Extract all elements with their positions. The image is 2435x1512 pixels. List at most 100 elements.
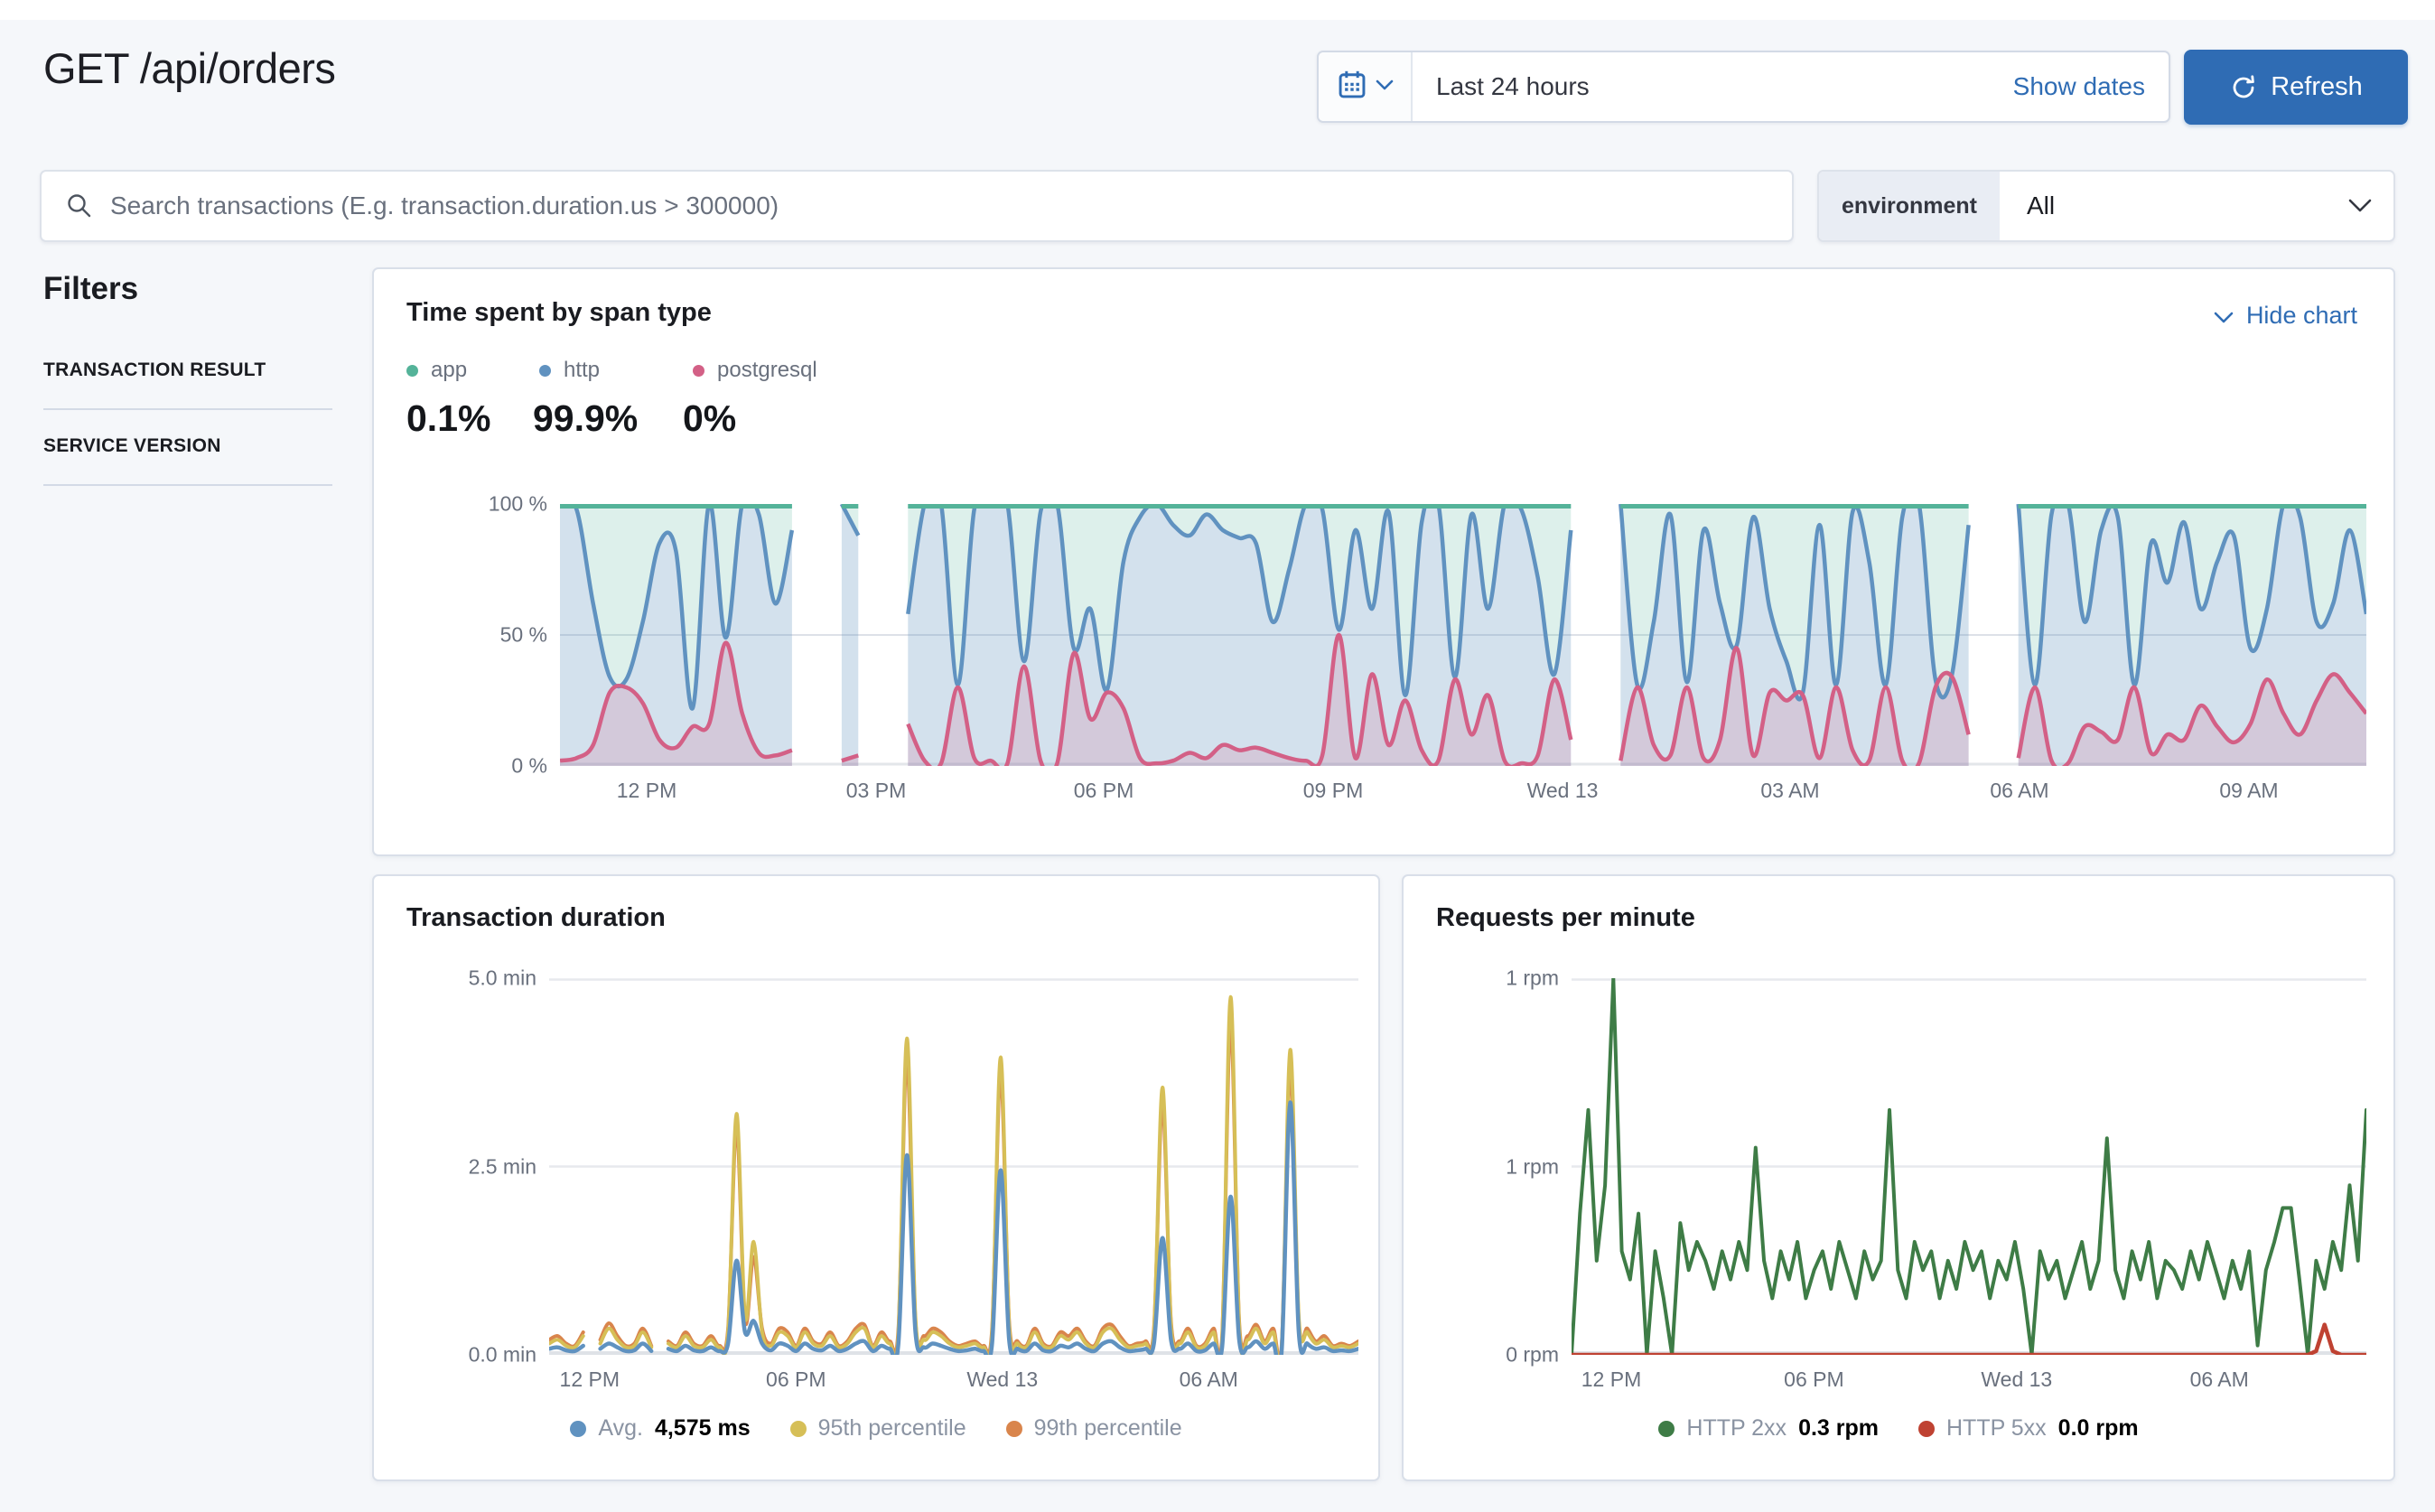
- chevron-down-icon: [2348, 172, 2393, 240]
- requests-per-minute-chart: 1 rpm 1 rpm 0 rpm 12 PM 06 PM Wed 13 06 AM: [1434, 966, 2366, 1403]
- x-axis-label: 06 AM: [1179, 1367, 1238, 1391]
- apm-transaction-page: GET /api/orders Last 24 hours Show dates…: [0, 0, 2435, 1512]
- search-bar: [40, 170, 1794, 242]
- divider: [43, 484, 332, 486]
- y-axis-label: 0 %: [511, 753, 547, 778]
- date-picker-menu-button[interactable]: [1319, 52, 1413, 121]
- legend-label: HTTP 2xx: [1686, 1415, 1787, 1441]
- x-axis-label: 09 AM: [2219, 779, 2279, 802]
- legend-value: 4,575 ms: [654, 1415, 751, 1441]
- x-axis-label: Wed 13: [1981, 1367, 2053, 1391]
- y-axis-label: 5.0 min: [468, 966, 536, 990]
- x-axis-label: 12 PM: [559, 1367, 620, 1391]
- environment-select-value[interactable]: All: [2000, 172, 2348, 240]
- y-axis-label: 100 %: [488, 491, 547, 516]
- legend-label: postgresql: [717, 358, 817, 382]
- x-axis: 12 PM 06 PM Wed 13 06 AM: [549, 1367, 1358, 1396]
- refresh-label: Refresh: [2271, 72, 2363, 101]
- legend-dot-icon: [1658, 1420, 1675, 1437]
- legend-item[interactable]: HTTP 2xx 0.3 rpm: [1658, 1415, 1879, 1442]
- legend-label: Avg.: [598, 1415, 643, 1441]
- x-axis-label: Wed 13: [1526, 779, 1599, 802]
- span-percentages: 0.1% 99.9% 0%: [406, 397, 736, 440]
- x-axis: 12 PM 06 PM Wed 13 06 AM: [1572, 1367, 2366, 1396]
- chevron-down-icon: [2214, 302, 2234, 330]
- rpm-chart-legend: HTTP 2xx 0.3 rpm HTTP 5xx 0.0 rpm: [1404, 1415, 2393, 1442]
- top-strip: [0, 0, 2435, 20]
- transaction-duration-chart: 5.0 min 2.5 min 0.0 min 12 PM 06 PM Wed 13 06…: [405, 966, 1358, 1403]
- environment-select[interactable]: environment All: [1817, 170, 2395, 242]
- x-axis: 12 PM 03 PM 06 PM 09 PM Wed 13 03 AM 06 AM 09 A…: [560, 779, 2366, 807]
- legend-dot-icon: [570, 1420, 587, 1437]
- y-axis-label: 50 %: [499, 622, 547, 647]
- filter-section-transaction-result: TRANSACTION RESULT: [43, 359, 266, 380]
- x-axis-label: 09 PM: [1302, 779, 1364, 802]
- x-axis-label: 12 PM: [616, 779, 677, 802]
- calendar-icon: [1336, 69, 1368, 106]
- x-axis-label: 06 PM: [766, 1367, 826, 1391]
- legend-item[interactable]: 99th percentile: [1005, 1415, 1182, 1442]
- hide-chart-link[interactable]: Hide chart: [2214, 302, 2357, 330]
- legend-item[interactable]: HTTP 5xx 0.0 rpm: [1918, 1415, 2139, 1442]
- filters-heading: Filters: [43, 271, 139, 306]
- y-axis-label: 1 rpm: [1506, 966, 1559, 990]
- x-axis-label: 06 AM: [1990, 779, 2049, 802]
- span-type-chart: 100 % 50 % 0 % 12 PM 03 PM 06 PM 09 PM Wed 13 0…: [405, 492, 2366, 816]
- x-axis-label: 12 PM: [1581, 1367, 1642, 1391]
- span-chart-legend: app http postgresql: [406, 358, 817, 383]
- y-axis-label: 0 rpm: [1506, 1342, 1559, 1367]
- chevron-down-icon: [1376, 79, 1394, 95]
- y-axis: 1 rpm 1 rpm 0 rpm: [1434, 966, 1572, 1367]
- y-axis: 100 % 50 % 0 %: [405, 492, 560, 778]
- x-axis-label: 06 PM: [1073, 779, 1134, 802]
- span-legend-item[interactable]: postgresql: [693, 358, 817, 383]
- filters-panel: Filters TRANSACTION RESULT SERVICE VERSI…: [43, 271, 332, 486]
- legend-label: http: [564, 358, 601, 382]
- search-icon: [65, 191, 94, 220]
- show-dates-link[interactable]: Show dates: [2013, 52, 2169, 121]
- y-axis-label: 0.0 min: [468, 1342, 536, 1367]
- divider: [43, 408, 332, 410]
- x-axis-label: 06 PM: [1784, 1367, 1844, 1391]
- legend-label: 99th percentile: [1033, 1415, 1182, 1441]
- duration-chart-plot[interactable]: [549, 978, 1358, 1355]
- x-axis-label: 06 AM: [2189, 1367, 2249, 1391]
- legend-label: 95th percentile: [817, 1415, 966, 1441]
- x-axis-label: 03 PM: [845, 779, 907, 802]
- filter-section-service-version: SERVICE VERSION: [43, 435, 221, 456]
- legend-dot-icon: [693, 364, 704, 377]
- date-range-value[interactable]: Last 24 hours: [1413, 52, 2013, 121]
- y-axis-label: 1 rpm: [1506, 1154, 1559, 1178]
- legend-dot-icon: [539, 364, 551, 377]
- span-legend-item[interactable]: http: [539, 358, 693, 383]
- environment-select-label: environment: [1819, 172, 2000, 240]
- duration-chart-legend: Avg. 4,575 ms 95th percentile 99th percenti…: [374, 1415, 1378, 1442]
- rpm-chart-title: Requests per minute: [1436, 903, 1695, 932]
- rpm-chart-plot[interactable]: [1572, 978, 2366, 1355]
- legend-value: 0.0 rpm: [2057, 1415, 2139, 1441]
- duration-chart-title: Transaction duration: [406, 903, 666, 932]
- legend-item[interactable]: Avg. 4,575 ms: [570, 1415, 751, 1442]
- span-percentage-value: 99.9%: [533, 397, 639, 439]
- x-axis-label: 03 AM: [1760, 779, 1820, 802]
- span-chart-plot[interactable]: [560, 504, 2366, 766]
- refresh-icon: [2229, 73, 2258, 102]
- span-chart-title: Time spent by span type: [406, 298, 712, 327]
- search-input[interactable]: [110, 172, 1792, 240]
- y-axis-label: 2.5 min: [468, 1154, 536, 1178]
- span-percentage-value: 0%: [683, 397, 737, 439]
- legend-dot-icon: [1005, 1420, 1022, 1437]
- legend-dot-icon: [1918, 1420, 1935, 1437]
- date-picker[interactable]: Last 24 hours Show dates: [1317, 51, 2170, 123]
- x-axis-label: Wed 13: [966, 1367, 1039, 1391]
- legend-item[interactable]: 95th percentile: [789, 1415, 966, 1442]
- y-axis: 5.0 min 2.5 min 0.0 min: [405, 966, 549, 1367]
- page-title: GET /api/orders: [43, 44, 336, 92]
- legend-label: app: [431, 358, 468, 382]
- span-legend-item[interactable]: app: [406, 358, 539, 383]
- span-percentage-value: 0.1%: [406, 397, 491, 439]
- legend-value: 0.3 rpm: [1798, 1415, 1879, 1441]
- legend-label: HTTP 5xx: [1946, 1415, 2047, 1441]
- refresh-button[interactable]: Refresh: [2184, 50, 2408, 125]
- legend-dot-icon: [789, 1420, 807, 1437]
